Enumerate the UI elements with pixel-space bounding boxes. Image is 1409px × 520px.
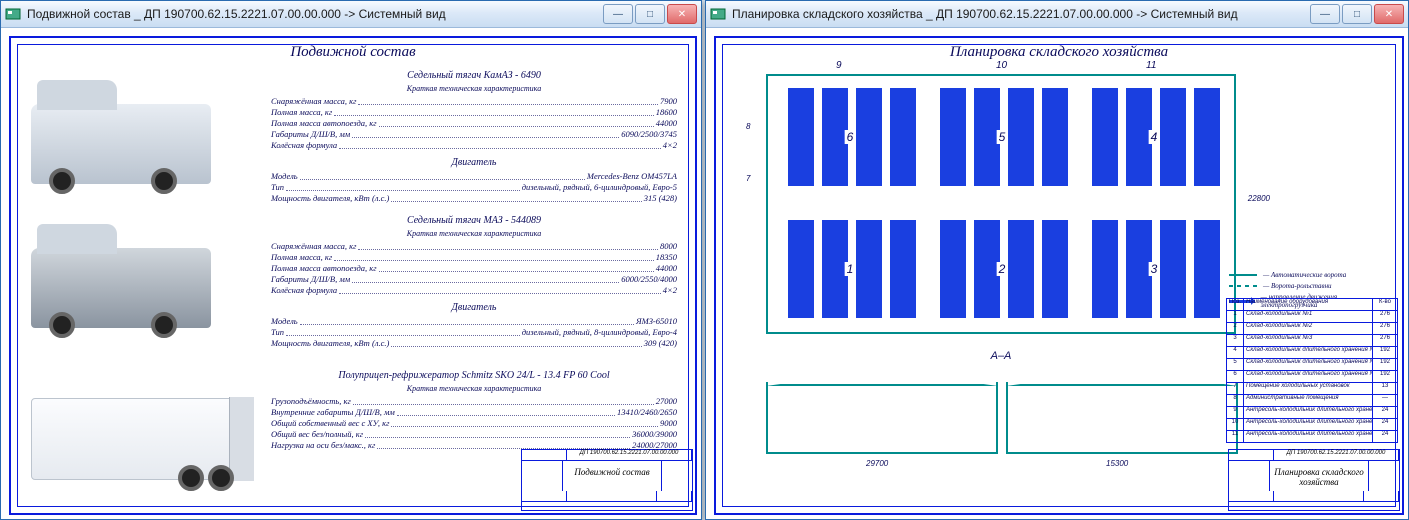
- minimize-button[interactable]: —: [1310, 4, 1340, 24]
- title-block-1: ДП 190700.62.15.2221.07.00.00.000 Подвиж…: [521, 449, 693, 511]
- drawing-sheet-1: Подвижной состав Седельный тягач КамАЗ -…: [9, 36, 697, 515]
- truck-image-1: [31, 74, 251, 199]
- maximize-button[interactable]: □: [1342, 4, 1372, 24]
- document-area-1[interactable]: Подвижной состав Седельный тягач КамАЗ -…: [1, 28, 701, 519]
- app-icon: [5, 6, 21, 22]
- drawing-sheet-2: Планировка складского хозяйства 9 10 11 …: [714, 36, 1404, 515]
- specs-block-1: Седельный тягач КамАЗ - 6490Краткая техн…: [271, 68, 677, 204]
- app-icon: [710, 6, 726, 22]
- specs-block-2: Седельный тягач МАЗ - 544089Краткая техн…: [271, 213, 677, 349]
- window-rolling-stock: Подвижной состав _ ДП 190700.62.15.2221.…: [0, 0, 702, 520]
- close-button[interactable]: ✕: [667, 4, 697, 24]
- equipment-table: Поз.Наименование оборудованияК-во1Склад-…: [1226, 298, 1398, 443]
- window-buttons-1: — □ ✕: [603, 4, 697, 24]
- titlebar-2[interactable]: Планировка складского хозяйства _ ДП 190…: [706, 1, 1408, 28]
- window-warehouse-plan: Планировка складского хозяйства _ ДП 190…: [705, 0, 1409, 520]
- specs-block-3: Полуприцеп-рефрижератор Schmitz SKO 24/L…: [271, 368, 677, 451]
- window-title-2: Планировка складского хозяйства _ ДП 190…: [732, 7, 1310, 21]
- legend-item: — Автоматические ворота: [1229, 271, 1384, 279]
- titlebar-1[interactable]: Подвижной состав _ ДП 190700.62.15.2221.…: [1, 1, 701, 28]
- close-button[interactable]: ✕: [1374, 4, 1404, 24]
- legend-item: — Ворота-рольставни: [1229, 282, 1384, 290]
- window-title-1: Подвижной состав _ ДП 190700.62.15.2221.…: [27, 7, 603, 21]
- trailer-image: [31, 368, 251, 493]
- minimize-button[interactable]: —: [603, 4, 633, 24]
- sheet-title-2: Планировка складского хозяйства: [716, 44, 1402, 61]
- document-area-2[interactable]: Планировка складского хозяйства 9 10 11 …: [706, 28, 1408, 519]
- window-buttons-2: — □ ✕: [1310, 4, 1404, 24]
- sheet-title-1: Подвижной состав: [11, 44, 695, 61]
- bay-label: 10: [996, 60, 1007, 71]
- floor-plan: 9 10 11 6 5 4 1 2 3 8 7 22800: [766, 74, 1236, 334]
- maximize-button[interactable]: □: [635, 4, 665, 24]
- bay-label: 11: [1146, 60, 1156, 71]
- truck-image-2: [31, 218, 251, 343]
- title-block-2: ДП 190700.62.15.2221.07.00.00.000 Планир…: [1228, 449, 1400, 511]
- bay-label: 9: [836, 60, 842, 71]
- section-view: А–А 29700 15300: [766, 364, 1236, 454]
